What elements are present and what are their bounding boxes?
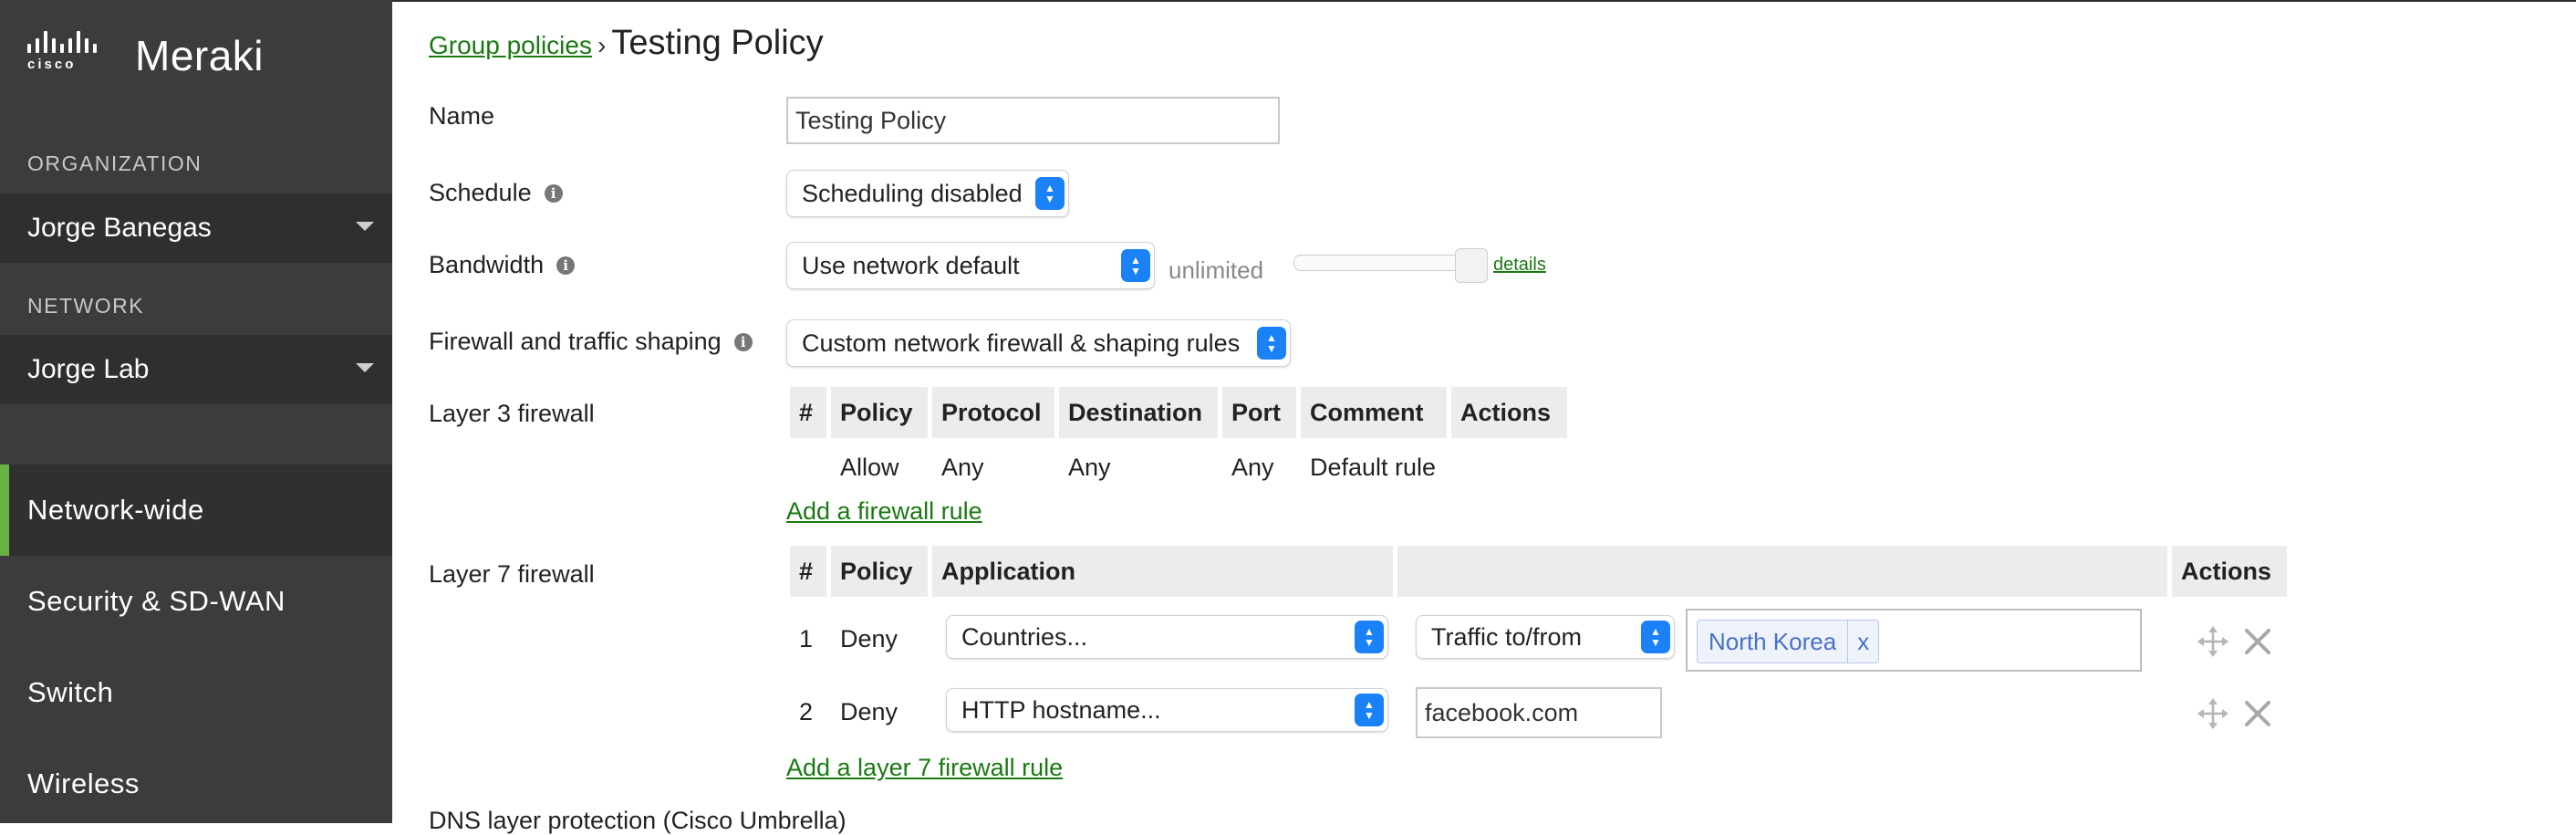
name-input[interactable]: Testing Policy <box>786 97 1280 144</box>
nav-switch[interactable]: Switch <box>0 647 392 738</box>
countries-tag-input[interactable]: North Korea x <box>1686 609 2142 672</box>
l7-header-application: Application <box>932 546 1393 597</box>
delete-rule-icon[interactable] <box>2244 628 2271 655</box>
nav-label: Security & SD-WAN <box>27 585 286 617</box>
breadcrumb-separator: › <box>597 31 607 59</box>
brand-logo[interactable]: cisco Meraki <box>27 31 264 80</box>
l7-cell-policy: Deny <box>840 624 898 652</box>
l7-header-value <box>1397 546 2167 597</box>
info-icon[interactable]: i <box>544 183 563 203</box>
network-selector[interactable]: Jorge Lab <box>0 335 392 404</box>
firewall-value: Custom network firewall & shaping rules <box>802 329 1241 357</box>
move-icon[interactable] <box>2197 626 2228 657</box>
bandwidth-label-row: Bandwidth i <box>429 251 576 279</box>
select-arrows-icon: ▲ ▼ <box>1641 621 1670 653</box>
add-layer7-rule-link[interactable]: Add a layer 7 firewall rule <box>786 754 1063 782</box>
l3-header-destination: Destination <box>1059 387 1218 438</box>
bandwidth-label: Bandwidth <box>429 251 545 278</box>
application-select[interactable]: Countries... ▲ ▼ <box>946 615 1388 659</box>
nav-network-wide[interactable]: Network-wide <box>0 464 392 556</box>
l7-cell-num: 1 <box>799 624 814 652</box>
l3-header-num: # <box>790 387 826 438</box>
bandwidth-slider-handle[interactable] <box>1455 248 1488 283</box>
delete-rule-icon[interactable] <box>2244 700 2271 727</box>
nav-label: Wireless <box>27 767 140 799</box>
country-tag: North Korea x <box>1697 620 1880 663</box>
l7-header-actions: Actions <box>2172 546 2287 597</box>
details-link[interactable]: details <box>1493 255 1546 276</box>
schedule-select[interactable]: Scheduling disabled ▲ ▼ <box>786 170 1069 217</box>
network-label: NETWORK <box>27 294 145 318</box>
l3-header-policy: Policy <box>831 387 928 438</box>
l3-header-protocol: Protocol <box>932 387 1054 438</box>
l7-cell-policy: Deny <box>840 697 898 725</box>
organization-value: Jorge Banegas <box>27 213 212 243</box>
application-select[interactable]: HTTP hostname... ▲ ▼ <box>946 688 1388 732</box>
breadcrumb: Group policies › Testing Policy <box>429 24 824 63</box>
l3-header-comment: Comment <box>1301 387 1447 438</box>
select-arrows-icon: ▲ ▼ <box>1035 177 1065 210</box>
schedule-value: Scheduling disabled <box>802 179 1023 207</box>
breadcrumb-group-policies-link[interactable]: Group policies <box>429 31 592 60</box>
firewall-label-row: Firewall and traffic shaping i <box>429 328 753 356</box>
l7-cell-num: 2 <box>799 697 814 725</box>
select-arrows-icon: ▲ ▼ <box>1257 327 1286 360</box>
l7-header-policy: Policy <box>831 546 928 597</box>
organization-label: ORGANIZATION <box>27 151 203 175</box>
dns-layer-protection-label: DNS layer protection (Cisco Umbrella) <box>429 807 847 834</box>
direction-value: Traffic to/from <box>1431 622 1583 651</box>
main-content: Group policies › Testing Policy Name Tes… <box>392 0 2576 834</box>
l3-cell-port: Any <box>1231 453 1274 481</box>
nav-wireless[interactable]: Wireless <box>0 738 392 830</box>
bandwidth-limit-text: unlimited <box>1169 256 1264 284</box>
schedule-label-row: Schedule i <box>429 179 563 207</box>
info-icon[interactable]: i <box>733 332 753 351</box>
nav-label: Network-wide <box>27 494 204 526</box>
l3-header-port: Port <box>1222 387 1296 438</box>
country-tag-label: North Korea <box>1709 627 1837 655</box>
l3-cell-destination: Any <box>1068 453 1111 481</box>
l3-cell-num <box>790 447 826 487</box>
l7-header-num: # <box>790 546 826 597</box>
direction-select[interactable]: Traffic to/from ▲ ▼ <box>1416 615 1675 659</box>
l3-header-actions: Actions <box>1451 387 1567 438</box>
layer7-label: Layer 7 firewall <box>429 560 595 588</box>
cisco-logo-icon: cisco <box>27 31 115 80</box>
cisco-wordmark: cisco <box>27 57 77 72</box>
nav-security-sd-wan[interactable]: Security & SD-WAN <box>0 556 392 647</box>
caret-down-icon <box>356 222 374 231</box>
application-value: Countries... <box>961 622 1088 651</box>
select-arrows-icon: ▲ ▼ <box>1355 621 1384 653</box>
network-value: Jorge Lab <box>27 354 150 384</box>
bandwidth-select[interactable]: Use network default ▲ ▼ <box>786 242 1155 289</box>
organization-selector[interactable]: Jorge Banegas <box>0 193 392 263</box>
add-firewall-rule-link[interactable]: Add a firewall rule <box>786 497 982 526</box>
move-icon[interactable] <box>2197 698 2228 729</box>
application-value: HTTP hostname... <box>961 695 1161 724</box>
nav-label: Switch <box>27 676 114 708</box>
hostname-input[interactable]: facebook.com <box>1416 687 1662 738</box>
bandwidth-value: Use network default <box>802 251 1020 279</box>
info-icon[interactable]: i <box>556 256 576 275</box>
firewall-select[interactable]: Custom network firewall & shaping rules … <box>786 319 1291 367</box>
select-arrows-icon: ▲ ▼ <box>1121 249 1150 282</box>
caret-down-icon <box>356 363 374 372</box>
name-label: Name <box>429 102 495 130</box>
layer3-label: Layer 3 firewall <box>429 400 595 427</box>
remove-tag-button[interactable]: x <box>1847 621 1878 663</box>
firewall-label: Firewall and traffic shaping <box>429 328 722 355</box>
sidebar: cisco Meraki ORGANIZATION Jorge Banegas … <box>0 0 392 823</box>
l3-cell-policy: Allow <box>840 453 899 481</box>
l3-cell-protocol: Any <box>941 453 984 481</box>
product-name: Meraki <box>135 32 265 79</box>
select-arrows-icon: ▲ ▼ <box>1355 694 1384 726</box>
schedule-label: Schedule <box>429 179 532 206</box>
page-title: Testing Policy <box>611 24 824 62</box>
l3-cell-comment: Default rule <box>1310 453 1437 481</box>
